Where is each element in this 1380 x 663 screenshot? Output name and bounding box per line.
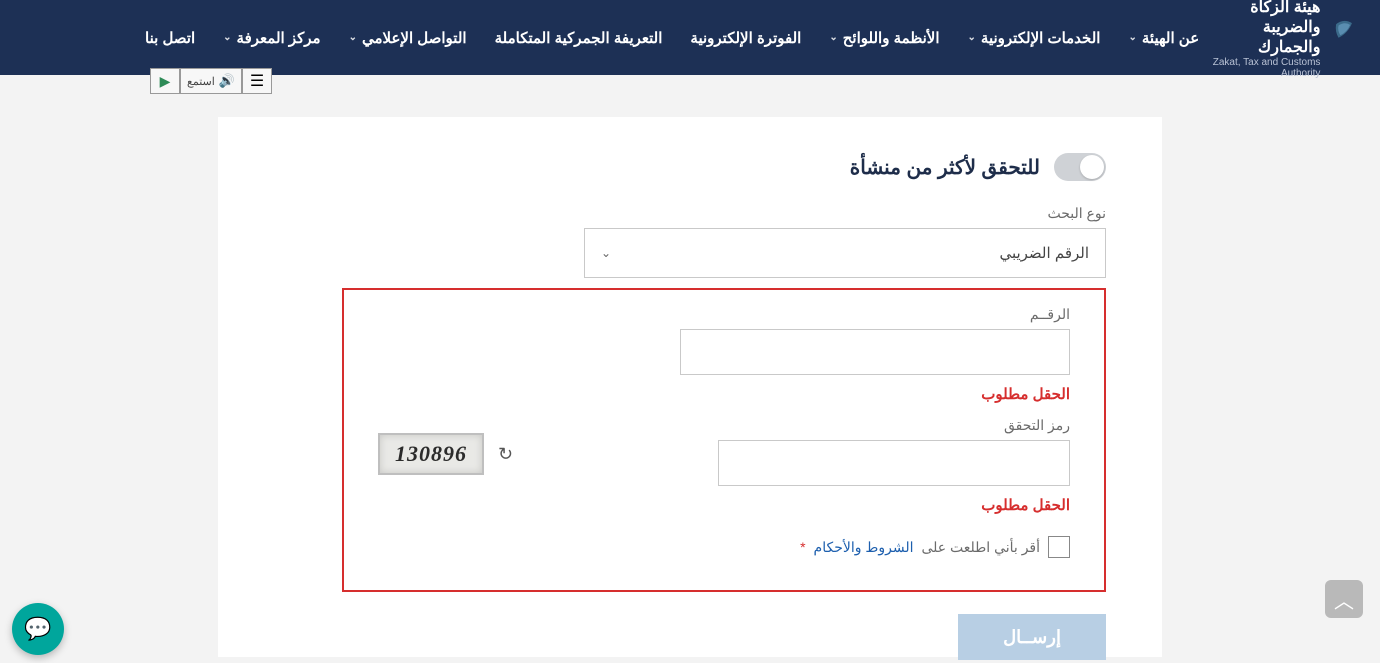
search-type-label: نوع البحث	[584, 205, 1106, 222]
number-field: الرقــم الحقل مطلوب	[378, 306, 1070, 403]
refresh-captcha-icon[interactable]: ↻	[498, 444, 513, 465]
terms-row: أقر بأني اطلعت على الشروط والأحكام *	[378, 536, 1070, 558]
number-label: الرقــم	[378, 306, 1070, 323]
brand-text: هيئة الزكاة والضريبة والجمارك Zakat, Tax…	[1199, 0, 1320, 79]
submit-button[interactable]: إرســال	[958, 614, 1106, 660]
speaker-icon: 🔊	[219, 73, 235, 89]
validation-error-group: الرقــم الحقل مطلوب رمز التحقق الحقل مطل…	[342, 288, 1106, 592]
chevron-down-icon: ⌄	[349, 32, 357, 43]
captcha-error: الحقل مطلوب	[718, 496, 1070, 514]
nav-contact[interactable]: اتصل بنا	[145, 29, 195, 47]
terms-prefix: أقر بأني اطلعت على	[921, 539, 1040, 556]
menu-icon: ☰	[250, 71, 264, 91]
chevron-up-icon: ︿	[1334, 585, 1354, 614]
scroll-to-top-button[interactable]: ︿	[1325, 580, 1363, 618]
terms-checkbox[interactable]	[1048, 536, 1070, 558]
search-type-value: الرقم الضريبي	[999, 244, 1089, 262]
play-button[interactable]: ▶	[150, 68, 180, 94]
chevron-down-icon: ⌄	[968, 32, 976, 43]
brand: هيئة الزكاة والضريبة والجمارك Zakat, Tax…	[1199, 0, 1356, 79]
multi-entity-label: للتحقق لأكثر من منشأة	[850, 155, 1040, 180]
search-type-field: نوع البحث الرقم الضريبي ⌄	[584, 205, 1106, 278]
multi-entity-toggle-row: للتحقق لأكثر من منشأة	[274, 153, 1106, 181]
brand-name-ar: هيئة الزكاة والضريبة والجمارك	[1199, 0, 1320, 57]
authority-logo-icon	[1330, 17, 1356, 59]
number-input[interactable]	[680, 329, 1070, 375]
nav-media[interactable]: التواصل الإعلامي⌄	[349, 29, 467, 47]
brand-name-en: Zakat, Tax and Customs Authority	[1199, 57, 1320, 79]
chat-button[interactable]: 💬	[12, 603, 64, 655]
required-asterisk: *	[800, 539, 805, 555]
terms-link[interactable]: الشروط والأحكام	[814, 539, 914, 556]
captcha-field: رمز التحقق الحقل مطلوب ↻ 130896	[378, 409, 1070, 514]
captcha-input[interactable]	[718, 440, 1070, 486]
chevron-down-icon: ⌄	[223, 32, 231, 43]
multi-entity-toggle[interactable]	[1054, 153, 1106, 181]
listen-button[interactable]: 🔊 استمع	[180, 68, 242, 94]
chat-icon: 💬	[24, 616, 51, 642]
chevron-down-icon: ⌄	[601, 246, 611, 260]
nav-regulations[interactable]: الأنظمة واللوائح⌄	[829, 29, 939, 47]
nav-eservices[interactable]: الخدمات الإلكترونية⌄	[968, 29, 1101, 47]
nav-tariff[interactable]: التعريفة الجمركية المتكاملة	[495, 29, 663, 47]
chevron-down-icon: ⌄	[1128, 32, 1136, 43]
verification-card: للتحقق لأكثر من منشأة نوع البحث الرقم ال…	[218, 117, 1162, 657]
captcha-image-group: ↻ 130896	[378, 433, 513, 475]
nav-links: عن الهيئة⌄ الخدمات الإلكترونية⌄ الأنظمة …	[145, 29, 1199, 47]
top-navbar: هيئة الزكاة والضريبة والجمارك Zakat, Tax…	[0, 0, 1380, 75]
toggle-knob	[1080, 155, 1104, 179]
play-icon: ▶	[160, 73, 171, 90]
chevron-down-icon: ⌄	[829, 32, 837, 43]
nav-knowledge[interactable]: مركز المعرفة⌄	[223, 29, 320, 47]
listen-toolbar: ☰ 🔊 استمع ▶	[150, 68, 272, 94]
number-error: الحقل مطلوب	[378, 385, 1070, 403]
search-type-select[interactable]: الرقم الضريبي ⌄	[584, 228, 1106, 278]
captcha-image: 130896	[378, 433, 484, 475]
nav-einvoicing[interactable]: الفوترة الإلكترونية	[690, 29, 801, 47]
captcha-label: رمز التحقق	[718, 417, 1070, 434]
nav-about[interactable]: عن الهيئة⌄	[1128, 29, 1199, 47]
listen-menu-button[interactable]: ☰	[242, 68, 272, 94]
